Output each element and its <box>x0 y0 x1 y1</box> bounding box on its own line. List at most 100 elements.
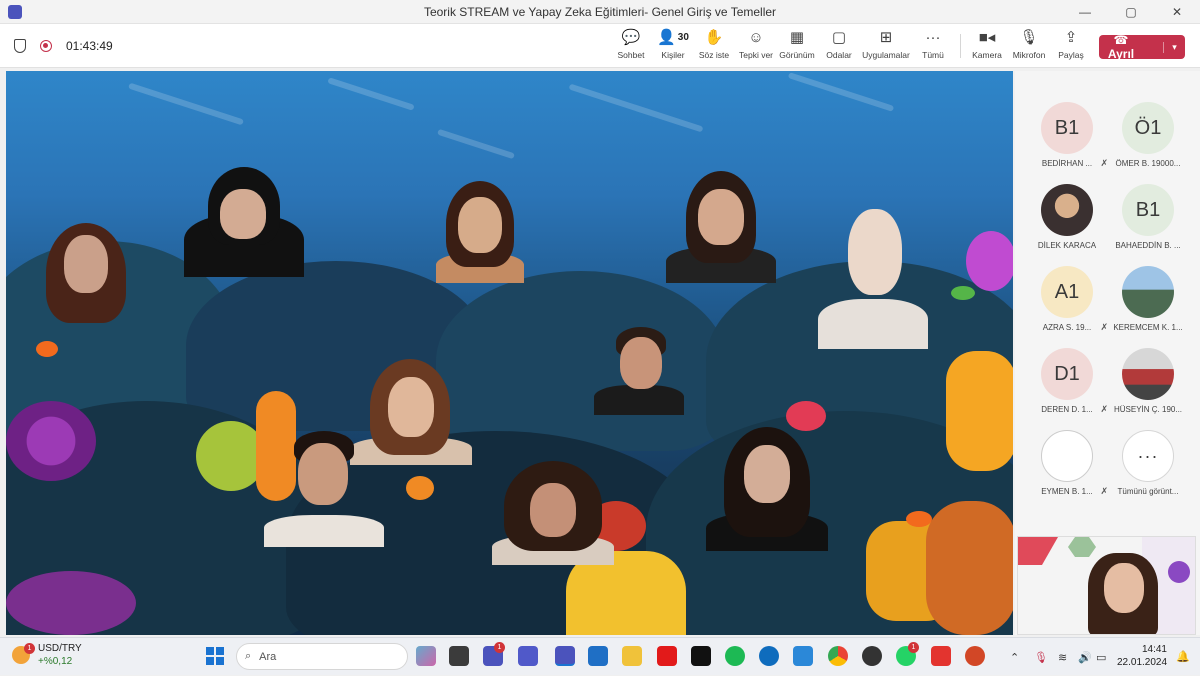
close-button[interactable]: ✕ <box>1154 0 1200 24</box>
task-view-icon[interactable] <box>449 646 469 666</box>
participant-tile[interactable]: HÜSEYİN Ç. 190... <box>1105 348 1191 426</box>
stock-widget[interactable]: 1 USD/TRY +%0,12 <box>12 642 82 668</box>
avatar-photo <box>1041 184 1093 236</box>
share-icon: ⇪ <box>1064 29 1078 46</box>
mic-tray-icon[interactable]: 🎙 <box>1034 638 1048 676</box>
meeting-stage <box>6 71 1013 635</box>
chevron-up-icon[interactable]: ⌃ <box>1010 638 1019 676</box>
share-button[interactable]: ⇪ Paylaş <box>1043 28 1099 66</box>
self-view-video[interactable] <box>1017 536 1196 635</box>
coral <box>6 401 96 481</box>
participant-video <box>666 171 776 283</box>
netflix-icon[interactable] <box>691 646 711 666</box>
light-ray <box>787 72 895 112</box>
taskbar-search[interactable]: ⌕ Ara <box>236 643 408 670</box>
teams-new-icon[interactable] <box>555 646 575 666</box>
participant-tile[interactable]: A1 AZRA S. 19... ✗ <box>1024 266 1110 344</box>
participant-video <box>594 327 684 415</box>
rooms-icon: ▢ <box>831 29 847 46</box>
participant-tile[interactable]: KEREMCEM K. 1... <box>1105 266 1191 344</box>
coral <box>926 501 1013 635</box>
maximize-button[interactable]: ▢ <box>1108 0 1154 24</box>
chevron-down-icon[interactable]: ▾ <box>1163 41 1185 53</box>
powerpoint-icon[interactable] <box>965 646 985 666</box>
start-button[interactable] <box>206 647 224 665</box>
teams-work-icon[interactable] <box>518 646 538 666</box>
participant-tile[interactable]: Ö1 ÖMER B. 19000... <box>1105 102 1191 180</box>
spotify-icon[interactable] <box>725 646 745 666</box>
avatar-photo <box>1122 348 1174 400</box>
ticker-change: +%0,12 <box>38 656 73 667</box>
store-icon[interactable] <box>588 646 608 666</box>
avatar: A1 <box>1041 266 1093 318</box>
people-icon: 👤 30 <box>657 29 689 46</box>
more-icon: ··· <box>1122 430 1174 482</box>
teams-badge: 1 <box>494 642 505 653</box>
people-label: Kişiler <box>661 50 685 60</box>
clock-time: 14:41 <box>1141 644 1167 655</box>
banner-shape <box>1018 537 1058 565</box>
more-icon: ··· <box>925 29 941 46</box>
participant-tile[interactable]: B1 BEDİRHAN ... ✗ <box>1024 102 1110 180</box>
coral <box>946 351 1013 471</box>
participant-name: EYMEN B. 1... <box>1041 487 1093 496</box>
participant-name: DİLEK KARACA <box>1037 241 1097 250</box>
app-icon[interactable] <box>862 646 882 666</box>
meeting-timer: 01:43:49 <box>66 39 113 53</box>
avatar: Ö1 <box>1122 102 1174 154</box>
participant-tile[interactable]: DİLEK KARACA <box>1024 184 1110 262</box>
phone-hangup-icon: ☎ Ayrıl <box>1107 33 1135 61</box>
mic-label: Mikrofon <box>1012 50 1046 60</box>
view-all-button[interactable]: ··· Tümünü görünt... <box>1105 430 1191 508</box>
file-explorer-icon[interactable] <box>622 646 642 666</box>
recording-icon <box>40 40 52 52</box>
chrome-icon[interactable] <box>828 646 848 666</box>
system-clock[interactable]: 14:41 22.01.2024 <box>1117 643 1167 669</box>
participant-name: DEREN D. 1... <box>1041 405 1093 414</box>
pdf-reader-icon[interactable] <box>931 646 951 666</box>
participant-name: BAHAEDDİN B. ... <box>1115 241 1181 250</box>
participant-video <box>184 167 304 277</box>
mic-icon: 🎙 <box>1019 29 1039 46</box>
participant-video <box>430 181 530 283</box>
search-icon: ⌕ <box>245 650 252 662</box>
participant-name: ÖMER B. 19000... <box>1115 159 1181 168</box>
battery-icon[interactable]: ▭ <box>1096 638 1106 676</box>
clock-date: 22.01.2024 <box>1117 657 1168 668</box>
participant-video <box>46 223 126 323</box>
onedrive-icon[interactable] <box>759 646 779 666</box>
participant-name: HÜSEYİN Ç. 190... <box>1113 405 1183 414</box>
avatar-sketch <box>1041 430 1093 482</box>
avatar: D1 <box>1041 348 1093 400</box>
copilot-icon[interactable] <box>416 646 436 666</box>
more-button[interactable]: ··· Tümü <box>905 28 961 66</box>
participant-video <box>492 461 614 565</box>
shield-icon[interactable] <box>14 39 26 53</box>
light-ray <box>437 128 515 160</box>
logo-icon <box>1168 561 1190 583</box>
raise-hand-icon: ✋ <box>704 29 724 46</box>
view-icon: ▦ <box>789 29 805 46</box>
view-label: Görünüm <box>779 50 815 60</box>
coral <box>6 571 136 635</box>
volume-icon[interactable]: 🔊 <box>1078 638 1092 676</box>
fish-icon <box>36 341 58 357</box>
participant-name: KEREMCEM K. 1... <box>1113 323 1183 332</box>
light-ray <box>568 83 704 133</box>
notification-bell-icon[interactable]: 🔔 <box>1176 650 1190 663</box>
camera-icon: ■◂ <box>978 29 996 46</box>
ticker-symbol: USD/TRY <box>38 643 82 654</box>
participant-tile[interactable]: EYMEN B. 1... ✗ <box>1024 430 1110 508</box>
todo-icon[interactable] <box>793 646 813 666</box>
windows-taskbar: 1 USD/TRY +%0,12 ⌕ Ara 1 1 ⌃ 🎙 ≋ 🔊 ▭ 14:… <box>0 637 1200 675</box>
participant-tile[interactable]: B1 BAHAEDDİN B. ... <box>1105 184 1191 262</box>
wifi-icon[interactable]: ≋ <box>1058 638 1067 676</box>
light-ray <box>128 82 244 126</box>
search-placeholder: Ara <box>259 650 277 663</box>
youtube-icon[interactable] <box>657 646 677 666</box>
more-label: Tümü <box>922 50 944 60</box>
react-icon: ☺ <box>748 29 764 46</box>
minimize-button[interactable]: — <box>1062 0 1108 24</box>
participant-tile[interactable]: D1 DEREN D. 1... ✗ <box>1024 348 1110 426</box>
leave-button[interactable]: ☎ Ayrıl ▾ <box>1099 33 1185 61</box>
